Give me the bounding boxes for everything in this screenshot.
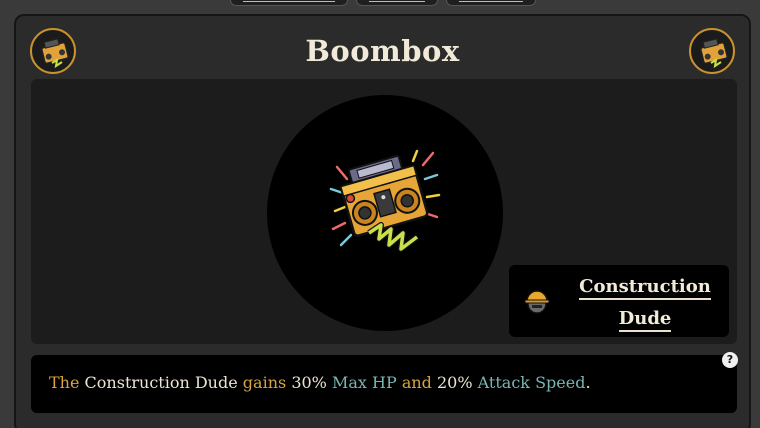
boombox-icon bbox=[329, 149, 441, 252]
description-text: The Construction Dude gains 30% Max HP a… bbox=[49, 373, 591, 392]
item-detail-panel: Boombox Construction Dude The Constructi… bbox=[14, 14, 751, 428]
item-description: The Construction Dude gains 30% Max HP a… bbox=[31, 355, 737, 413]
help-icon[interactable]: ? bbox=[722, 352, 738, 368]
top-tab-bar bbox=[0, 0, 760, 8]
top-tab-1[interactable] bbox=[230, 0, 348, 6]
top-tab-2[interactable] bbox=[356, 0, 438, 6]
hardhat-character-icon bbox=[524, 290, 550, 314]
top-tab-3[interactable] bbox=[446, 0, 536, 6]
character-card[interactable]: Construction Dude bbox=[509, 265, 729, 337]
item-showcase: Construction Dude bbox=[31, 79, 737, 344]
character-name[interactable]: Construction Dude bbox=[567, 271, 723, 335]
item-title: Boombox bbox=[305, 34, 460, 68]
item-portrait bbox=[267, 95, 503, 331]
